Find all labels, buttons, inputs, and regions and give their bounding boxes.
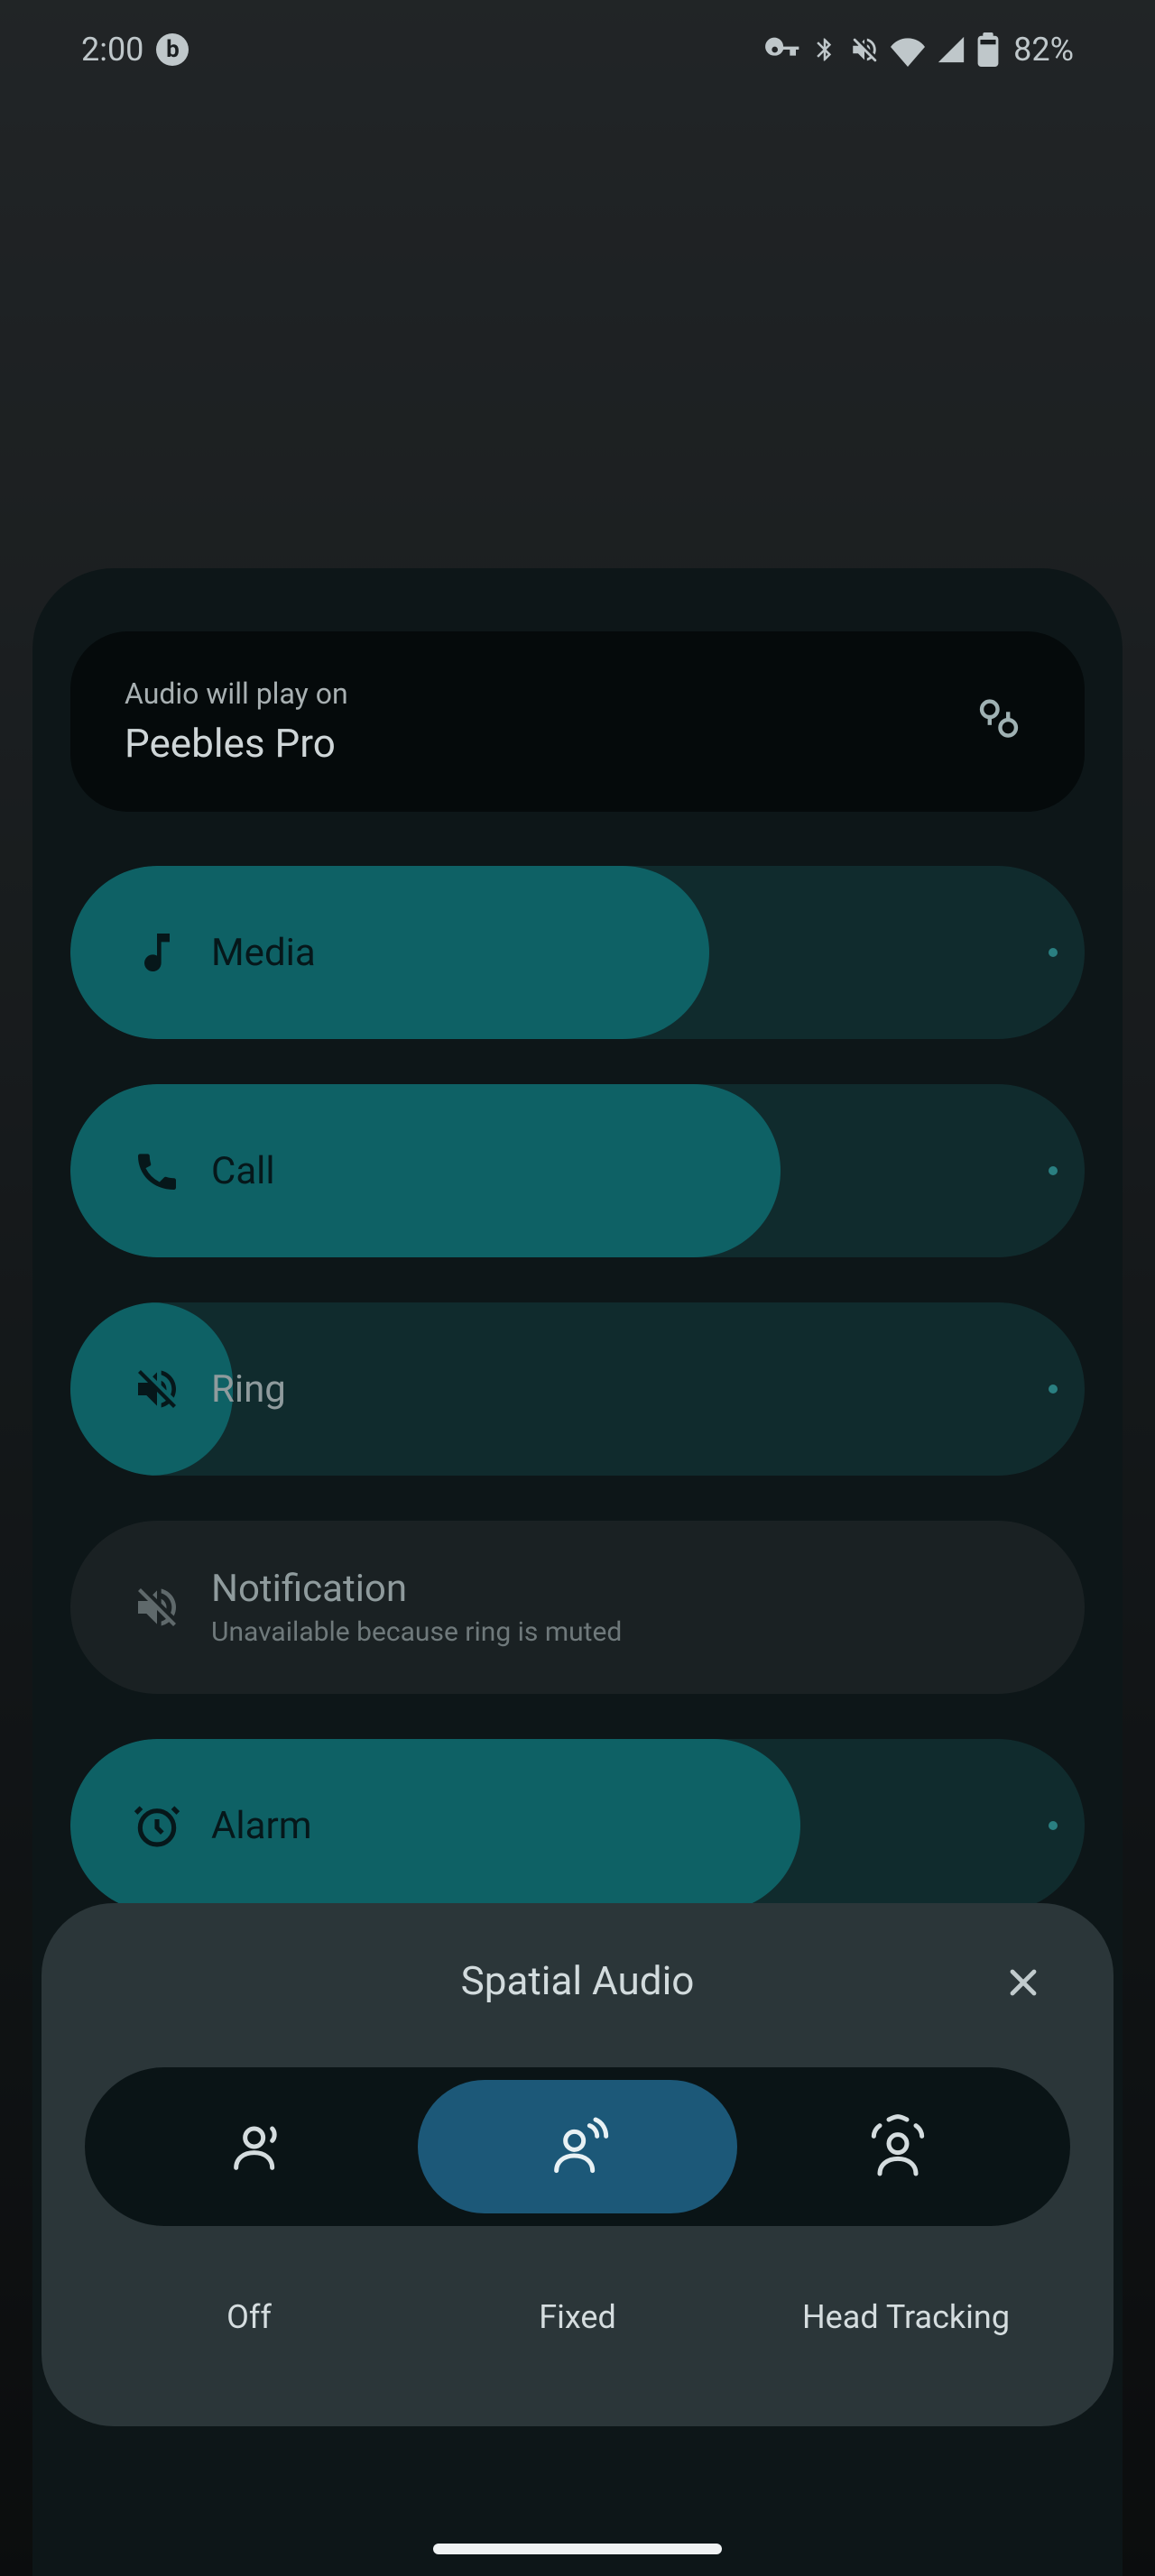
spatial-label-off: Off xyxy=(85,2298,413,2336)
output-device-name: Peebles Pro xyxy=(125,720,348,767)
bluetooth-icon xyxy=(811,36,838,63)
signal-icon xyxy=(936,34,966,65)
notification-volume-sublabel: Unavailable because ring is muted xyxy=(211,1616,622,1648)
close-icon xyxy=(1002,1961,1045,2004)
slider-max-dot xyxy=(1049,948,1058,957)
volume-off-icon xyxy=(103,1364,211,1414)
mute-icon xyxy=(849,34,880,65)
notification-off-icon xyxy=(103,1582,211,1633)
person-sound-icon xyxy=(221,2111,293,2183)
wifi-icon xyxy=(891,32,925,67)
ring-volume-label: Ring xyxy=(211,1367,286,1412)
person-tracking-icon xyxy=(862,2111,934,2183)
spatial-audio-title: Spatial Audio xyxy=(85,1957,1070,2004)
spatial-option-tracking[interactable] xyxy=(737,2080,1058,2213)
call-volume-label: Call xyxy=(211,1149,275,1193)
spatial-label-tracking: Head Tracking xyxy=(742,2298,1070,2336)
navigation-handle[interactable] xyxy=(433,2544,722,2554)
slider-max-dot xyxy=(1049,1821,1058,1830)
app-indicator-icon: b xyxy=(156,33,189,66)
spatial-option-fixed[interactable] xyxy=(418,2080,738,2213)
spatial-audio-segmented xyxy=(85,2067,1070,2226)
alarm-icon xyxy=(103,1800,211,1851)
battery-icon xyxy=(977,32,999,67)
status-right: 82% xyxy=(764,31,1074,69)
alarm-volume-label: Alarm xyxy=(211,1804,312,1848)
music-note-icon xyxy=(103,927,211,978)
status-time: 2:00 xyxy=(81,31,143,69)
close-button[interactable] xyxy=(996,1955,1050,2010)
slider-max-dot xyxy=(1049,1166,1058,1175)
battery-percentage: 82% xyxy=(1013,31,1074,69)
ring-volume-slider[interactable]: Ring xyxy=(70,1302,1085,1476)
vpn-key-icon xyxy=(764,32,800,68)
spatial-label-fixed: Fixed xyxy=(413,2298,742,2336)
earbuds-icon xyxy=(967,688,1030,755)
output-subtitle: Audio will play on xyxy=(125,676,348,711)
call-volume-slider[interactable]: Call xyxy=(70,1084,1085,1257)
spatial-option-off[interactable] xyxy=(97,2080,418,2213)
output-device-card[interactable]: Audio will play on Peebles Pro xyxy=(70,631,1085,812)
phone-icon xyxy=(103,1145,211,1196)
media-volume-label: Media xyxy=(211,931,316,975)
alarm-volume-slider[interactable]: Alarm xyxy=(70,1739,1085,1912)
status-bar: 2:00 b 82% xyxy=(0,0,1155,99)
spatial-audio-sheet: Spatial Audio xyxy=(42,1903,1113,2426)
person-fixed-icon xyxy=(541,2111,614,2183)
notification-volume-slider: Notification Unavailable because ring is… xyxy=(70,1521,1085,1694)
media-volume-slider[interactable]: Media xyxy=(70,866,1085,1039)
notification-volume-label: Notification xyxy=(211,1567,622,1611)
slider-max-dot xyxy=(1049,1385,1058,1394)
